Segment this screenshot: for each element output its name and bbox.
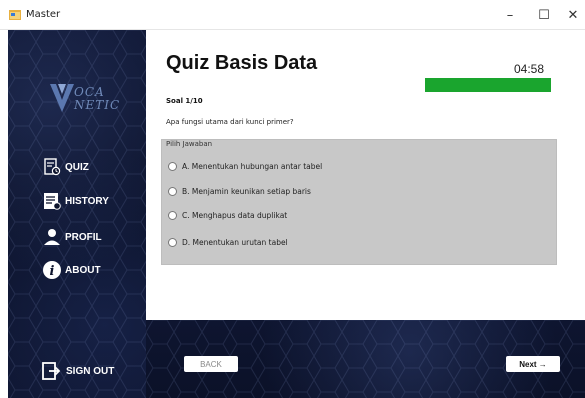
question-counter: Soal 1/10 — [166, 97, 203, 105]
logo-text: OCA NETIC — [74, 86, 120, 112]
answer-group-label: Pilih Jawaban — [166, 140, 213, 148]
bottom-navigation-bar: BACK Next → — [146, 320, 585, 398]
answer-group: Pilih Jawaban A. Menentukan hubungan ant… — [161, 139, 557, 265]
progress-bar — [425, 78, 551, 92]
radio-button[interactable] — [168, 211, 177, 220]
sign-out-button[interactable]: SIGN OUT — [42, 362, 114, 380]
app-icon — [9, 10, 21, 20]
radio-button[interactable] — [168, 238, 177, 247]
answer-label: B. Menjamin keunikan setiap baris — [182, 187, 311, 196]
info-icon: i — [42, 260, 62, 280]
sidebar-item-label: PROFIL — [65, 231, 102, 243]
radio-button[interactable] — [168, 187, 177, 196]
svg-text:i: i — [50, 264, 55, 279]
profile-icon — [42, 227, 62, 247]
answer-option-c[interactable]: C. Menghapus data duplikat — [168, 211, 287, 220]
sidebar-item-history[interactable]: HISTORY — [42, 191, 109, 211]
progress-fill — [425, 78, 551, 92]
main-content: Quiz Basis Data 04:58 Soal 1/10 Apa fung… — [146, 30, 585, 320]
sidebar-item-quiz[interactable]: QUIZ — [42, 157, 89, 177]
sidebar-item-label: HISTORY — [65, 195, 109, 207]
quiz-icon — [42, 157, 62, 177]
window-titlebar: Master – ☐ ✕ — [0, 0, 585, 30]
back-button[interactable]: BACK — [184, 356, 238, 372]
answer-label: D. Menentukan urutan tabel — [182, 238, 288, 247]
next-button[interactable]: Next → — [506, 356, 560, 372]
sidebar-item-about[interactable]: i ABOUT — [42, 260, 101, 280]
minimize-button[interactable]: – — [498, 4, 522, 26]
timer: 04:58 — [514, 62, 545, 76]
maximize-button[interactable]: ☐ — [532, 4, 556, 26]
answer-label: C. Menghapus data duplikat — [182, 211, 288, 220]
sidebar-item-label: QUIZ — [65, 161, 89, 173]
sidebar-item-label: ABOUT — [65, 264, 101, 276]
page-title: Quiz Basis Data — [166, 52, 318, 74]
answer-option-b[interactable]: B. Menjamin keunikan setiap baris — [168, 187, 311, 196]
window-title: Master — [26, 9, 61, 20]
close-button[interactable]: ✕ — [561, 4, 585, 26]
sidebar: OCA NETIC QUIZ HISTORY PROFIL i ABOUT SI… — [8, 30, 146, 398]
logo-line-2: NETIC — [74, 98, 121, 112]
radio-button[interactable] — [168, 162, 177, 171]
question-text: Apa fungsi utama dari kunci primer? — [166, 118, 294, 126]
answer-option-d[interactable]: D. Menentukan urutan tabel — [168, 238, 288, 247]
sidebar-item-profil[interactable]: PROFIL — [42, 227, 102, 247]
sign-out-icon — [42, 362, 60, 380]
answer-label: A. Menentukan hubungan antar tabel — [182, 162, 323, 171]
answer-option-a[interactable]: A. Menentukan hubungan antar tabel — [168, 162, 322, 171]
sign-out-label: SIGN OUT — [66, 365, 115, 377]
history-icon — [42, 191, 62, 211]
